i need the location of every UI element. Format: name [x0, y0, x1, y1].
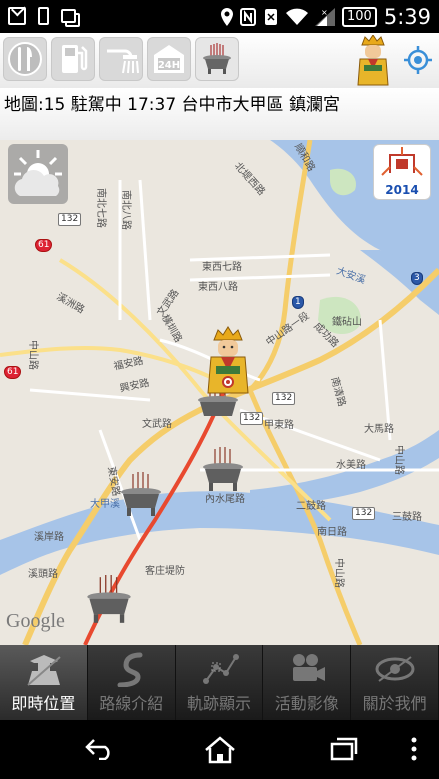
highway-shield: 1 [292, 296, 304, 309]
locate-icon[interactable] [403, 45, 433, 75]
tab-event-video[interactable]: 活動影像 [263, 645, 352, 720]
wifi-icon [286, 8, 308, 25]
highway-shield: 132 [240, 412, 264, 425]
weather-button[interactable] [8, 144, 68, 204]
burner-marker[interactable] [118, 470, 164, 520]
svg-text:×: × [321, 8, 328, 17]
road-label: 文武路 [142, 419, 172, 430]
road-label: 二鼓路 [296, 501, 326, 512]
bottom-navigation: 即時位置 路線介紹 軌跡顯示 活動影像 關於我們 [0, 645, 439, 720]
status-bar: × 100 5:39 [0, 0, 439, 33]
tab-label: 關於我們 [362, 694, 427, 713]
svg-text:24H: 24H [158, 60, 180, 71]
event-year-button[interactable]: 2014 [373, 144, 431, 200]
road-label: 溪頭路 [28, 569, 58, 580]
24h-icon: 24H [154, 45, 184, 73]
road-label: 南北八路 [120, 190, 131, 230]
road-label: 鐵砧山 [332, 317, 362, 328]
24h-store-button[interactable]: 24H [147, 37, 191, 81]
toolbar: 24H [0, 33, 439, 88]
gas-station-button[interactable] [51, 37, 95, 81]
system-navigation-bar [0, 720, 439, 779]
incense-burner-icon [203, 43, 231, 74]
road-label: 甲東路 [264, 420, 294, 431]
signal-icon: × [315, 8, 335, 26]
event-logo-icon [381, 147, 423, 176]
about-eye-icon [375, 656, 415, 682]
location-status-text: 地圖:15 駐駕中 17:37 台中市大甲區 鎮瀾宮 [4, 95, 340, 115]
tab-live-location[interactable]: 即時位置 [0, 645, 88, 720]
road-label: 客庄堤防 [145, 566, 185, 577]
temple-button[interactable] [195, 37, 239, 81]
tab-label: 即時位置 [11, 694, 76, 713]
mail-icon [8, 7, 26, 25]
goddess-location-icon [27, 655, 61, 686]
road-label: 水美路 [336, 460, 366, 471]
highway-shield: 132 [272, 392, 296, 405]
tab-track-display[interactable]: 軌跡顯示 [176, 645, 264, 720]
burner-marker[interactable] [84, 572, 134, 628]
route-icon [117, 652, 143, 687]
road-label: 東西八路 [198, 282, 238, 293]
more-icon[interactable] [410, 736, 418, 762]
location-icon [221, 8, 233, 26]
vibrate-icon [265, 9, 277, 25]
burner-marker[interactable] [200, 445, 246, 495]
sun-cloud-icon [14, 150, 62, 196]
highway-shield: 132 [58, 213, 82, 226]
highway-shield: 132 [352, 507, 376, 520]
road-label: 南北七路 [95, 188, 106, 228]
clock: 5:39 [383, 5, 431, 29]
back-icon[interactable] [84, 736, 116, 760]
track-icon [202, 654, 239, 684]
app-screen: × 100 5:39 24H 地圖:15 駐駕中 17:37 台中市大甲區 鎮瀾… [0, 0, 439, 779]
video-camera-icon [293, 654, 326, 681]
year-label: 2014 [385, 183, 419, 197]
restaurant-button[interactable] [3, 37, 47, 81]
tab-label: 路線介紹 [99, 694, 164, 713]
shower-button[interactable] [99, 37, 143, 81]
phone-icon [38, 7, 49, 25]
nfc-icon [240, 8, 256, 26]
highway-shield: 3 [411, 272, 423, 285]
road-nanbei-2 [138, 179, 152, 321]
road-label: 大馬路 [364, 424, 394, 435]
status-info-line: 地圖:15 駐駕中 17:37 台中市大甲區 鎮瀾宮 [0, 88, 439, 140]
goddess-avatar-icon[interactable] [356, 35, 390, 87]
google-attribution: Google [6, 610, 65, 632]
current-position-marker[interactable] [206, 326, 250, 396]
copy-icon [61, 9, 76, 23]
road-label: 大甲溪 [90, 499, 120, 510]
tab-route-intro[interactable]: 路線介紹 [88, 645, 176, 720]
recents-icon[interactable] [329, 736, 359, 762]
road-label: 中山路 [393, 445, 404, 475]
road-label: 中山路 [27, 340, 38, 370]
tab-about-us[interactable]: 關於我們 [351, 645, 439, 720]
battery-icon: 100 [342, 7, 377, 27]
road-label: 溪岸路 [34, 532, 64, 543]
gas-pump-icon [62, 45, 88, 73]
tab-label: 軌跡顯示 [186, 694, 251, 713]
road-label: 三鼓路 [392, 512, 422, 523]
map-view[interactable]: 北堤西路 順和路 文武路 大安溪 南北七路 南北八路 東西七路 東西八路 溪洲路… [0, 140, 439, 645]
shower-icon [107, 49, 139, 74]
road-label: 南日路 [317, 527, 347, 538]
home-icon[interactable] [203, 736, 237, 764]
utensils-icon [8, 42, 42, 76]
road-label: 中山路 [333, 558, 344, 588]
road-label: 東西七路 [202, 262, 242, 273]
tab-label: 活動影像 [274, 694, 339, 713]
